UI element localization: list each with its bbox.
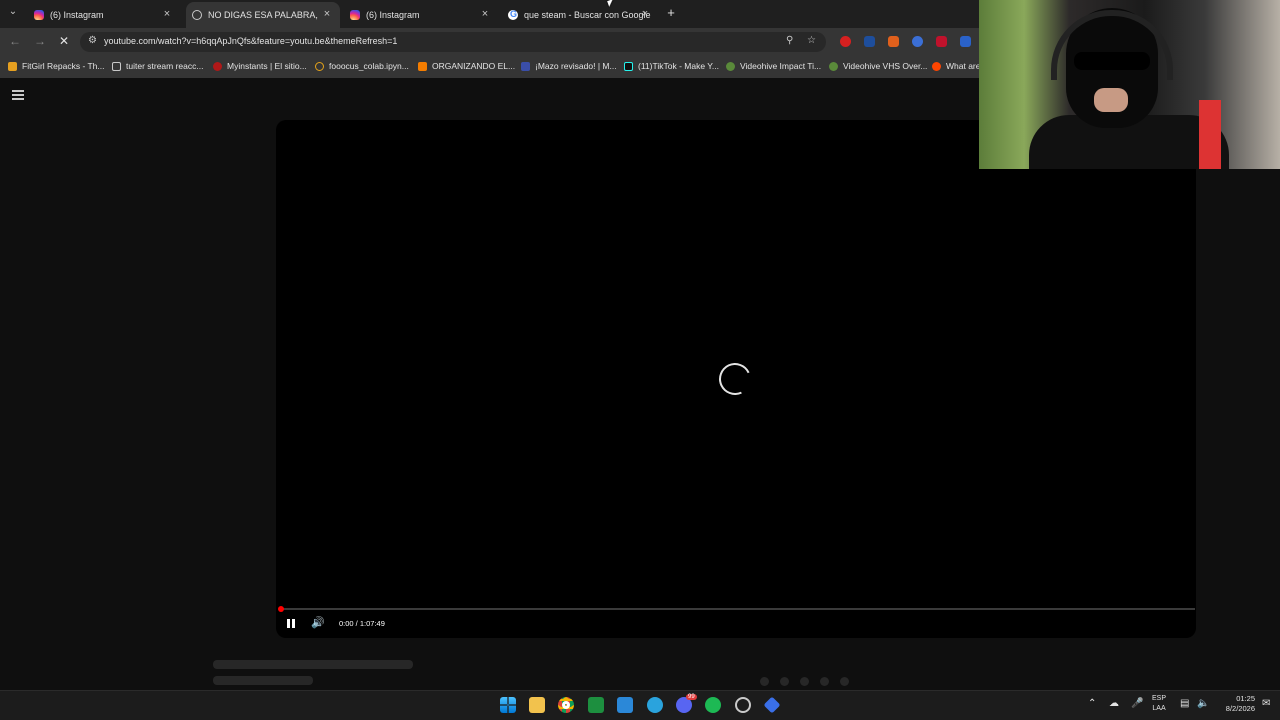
close-icon[interactable]: × [638, 8, 652, 20]
bookmark-item[interactable]: fooocus_colab.ipyn... [315, 61, 409, 71]
extension-icon[interactable] [960, 36, 971, 47]
bookmark-label: fooocus_colab.ipyn... [329, 61, 409, 71]
file-explorer-icon[interactable] [529, 697, 545, 713]
tab-title: NO DIGAS ESA PALABRA, POR [208, 10, 320, 20]
bookmark-label: FitGirl Repacks - Th... [22, 61, 105, 71]
deckshop-icon [521, 61, 530, 71]
streamer-mouth [1094, 88, 1128, 112]
fitgirl-icon [8, 61, 17, 71]
bookmark-label: (11)TikTok - Make Y... [638, 61, 719, 71]
blogger-icon [418, 61, 427, 71]
instagram-icon [34, 10, 44, 20]
action-placeholder [800, 677, 809, 686]
tab-google-search[interactable]: que steam - Buscar con Google × [502, 2, 658, 28]
bookmark-item[interactable]: Videohive Impact Ti... [726, 61, 821, 71]
tab-title: (6) Instagram [366, 10, 420, 20]
address-bar[interactable]: ⚙ youtube.com/watch?v=h6qqApJnQfs&featur… [80, 32, 826, 52]
clock-date: 8/2/2026 [1225, 704, 1255, 713]
webcam-overlay [979, 0, 1280, 169]
stop-loading-icon[interactable]: ✕ [59, 34, 69, 48]
forward-arrow-icon[interactable]: → [34, 34, 46, 48]
keyboard-layout: LAA [1152, 705, 1166, 712]
language-indicator[interactable]: ESP LAA [1152, 694, 1166, 714]
zoom-search-icon[interactable]: ⚲ [786, 35, 793, 46]
close-icon[interactable]: × [320, 8, 334, 20]
reddit-icon [932, 61, 941, 71]
time-display: 0:00 / 1:07:49 [339, 619, 385, 628]
store-icon[interactable] [617, 697, 633, 713]
obs-icon[interactable] [735, 697, 751, 713]
bookmark-item[interactable]: ¡Mazo revisado! | M... [521, 61, 617, 71]
gaming-chair [1199, 100, 1221, 169]
notifications-icon[interactable]: ✉ [1262, 698, 1270, 709]
new-tab-button[interactable]: + [664, 6, 678, 20]
youtube-loading-icon [192, 10, 202, 20]
chrome-icon[interactable] [558, 697, 574, 713]
extension-icon[interactable] [864, 36, 875, 47]
bookmark-label: Videohive VHS Over... [843, 61, 928, 71]
close-icon[interactable]: × [160, 8, 174, 20]
onedrive-icon[interactable]: ☁ [1109, 698, 1119, 709]
bookmark-label: Myinstants | El sitio... [227, 61, 307, 71]
close-icon[interactable]: × [478, 8, 492, 20]
tab-instagram-1[interactable]: (6) Instagram × [28, 2, 180, 28]
tab-title: que steam - Buscar con Google [524, 10, 651, 20]
volume-icon[interactable]: 🔊 [311, 616, 325, 629]
bookmark-item[interactable]: (11)TikTok - Make Y... [624, 61, 719, 71]
network-icon[interactable]: ▤ [1180, 698, 1189, 709]
progress-scrubber[interactable] [278, 606, 284, 612]
extension-icon[interactable] [936, 36, 947, 47]
pause-button[interactable] [286, 617, 296, 629]
site-info-icon[interactable]: ⚙ [88, 35, 97, 46]
videohive-icon [829, 61, 838, 71]
excel-icon[interactable] [588, 697, 604, 713]
action-placeholder [760, 677, 769, 686]
tab-title: (6) Instagram [50, 10, 104, 20]
colab-icon [315, 61, 324, 71]
action-placeholder [820, 677, 829, 686]
bookmark-item[interactable]: FitGirl Repacks - Th... [8, 61, 105, 71]
system-clock[interactable]: 01:25 8/2/2026 [1225, 694, 1255, 714]
bookmark-star-icon[interactable]: ☆ [807, 35, 816, 46]
hamburger-menu-icon[interactable] [12, 90, 24, 100]
microphone-icon[interactable]: 🎤 [1131, 698, 1143, 709]
clock-time: 01:25 [1236, 694, 1255, 703]
sunglasses [1074, 52, 1150, 70]
tab-instagram-2[interactable]: (6) Instagram × [344, 2, 498, 28]
extension-icon[interactable] [888, 36, 899, 47]
action-placeholder [780, 677, 789, 686]
bookmark-item[interactable]: ORGANIZANDO EL... [418, 61, 515, 71]
tab-search-button[interactable]: ⌄ [6, 6, 20, 20]
instagram-icon [350, 10, 360, 20]
bookmark-item[interactable]: Videohive VHS Over... [829, 61, 927, 71]
bookmark-label: What are [946, 61, 981, 71]
notification-badge: 99 [686, 694, 697, 700]
action-placeholder [840, 677, 849, 686]
subtitle-placeholder [213, 676, 313, 685]
tab-youtube-video[interactable]: NO DIGAS ESA PALABRA, POR × [186, 2, 340, 28]
title-placeholder [213, 660, 413, 669]
videohive-icon [726, 61, 735, 71]
bookmark-item[interactable]: Myinstants | El sitio... [213, 61, 307, 71]
google-icon [508, 9, 518, 20]
bookmark-item[interactable]: tuiter stream reacc... [112, 61, 203, 71]
folder-icon [112, 61, 121, 71]
url-text[interactable]: youtube.com/watch?v=h6qqApJnQfs&feature=… [104, 36, 397, 46]
chevron-up-icon[interactable]: ⌃ [1088, 698, 1096, 709]
bookmark-item[interactable]: What are [932, 61, 981, 71]
extension-icon[interactable] [840, 36, 851, 47]
speaker-icon[interactable]: 🔈 [1197, 698, 1209, 709]
bookmark-label: ORGANIZANDO EL... [432, 61, 516, 71]
spotify-icon[interactable] [705, 697, 721, 713]
back-arrow-icon[interactable]: ← [9, 34, 21, 48]
telegram-icon[interactable] [647, 697, 663, 713]
tiktok-icon [624, 61, 633, 71]
progress-bar[interactable] [280, 608, 1195, 610]
extension-icon[interactable] [912, 36, 923, 47]
bookmark-label: ¡Mazo revisado! | M... [535, 61, 617, 71]
language-code: ESP [1152, 695, 1167, 702]
bookmark-label: tuiter stream reacc... [126, 61, 204, 71]
myinstants-icon [213, 61, 222, 71]
bookmark-label: Videohive Impact Ti... [740, 61, 822, 71]
